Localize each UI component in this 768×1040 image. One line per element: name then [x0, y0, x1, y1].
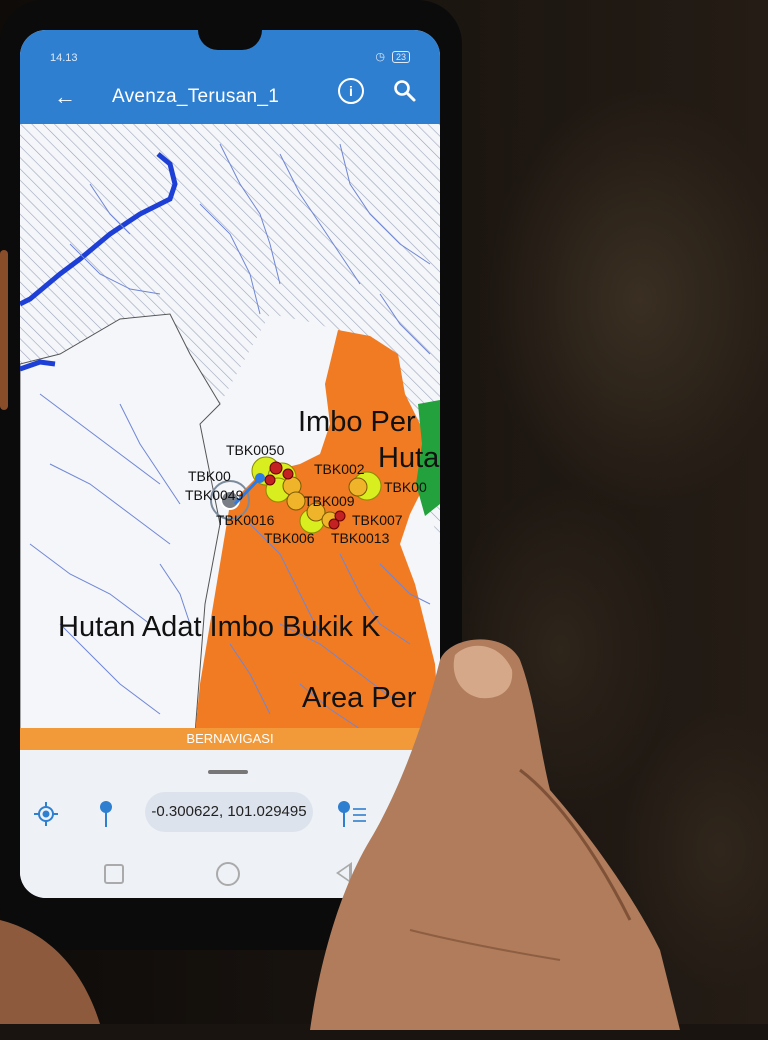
- area-label-imbo: Imbo Per: [298, 406, 416, 438]
- search-button[interactable]: [392, 78, 418, 104]
- waypoint-label[interactable]: TBK00: [384, 479, 427, 495]
- pin-icon: [100, 801, 112, 827]
- gps-locate-icon: [34, 802, 58, 826]
- back-button[interactable]: ←: [54, 86, 76, 108]
- coordinates-readout[interactable]: -0.300622, 101.029495: [145, 792, 313, 832]
- left-hand: [0, 920, 100, 1024]
- waypoint-label[interactable]: TBK006: [264, 530, 315, 546]
- app-bar: 14.13 ◷ 23 ← Avenza_Terusan_1 i: [20, 30, 440, 124]
- heading-tip: [255, 473, 265, 483]
- waypoint-label[interactable]: TBK009: [304, 493, 355, 509]
- circle-icon[interactable]: [216, 862, 240, 886]
- status-icons: ◷ 23: [375, 50, 410, 63]
- camera-notch: [198, 30, 262, 50]
- waypoint-label[interactable]: TBK0016: [216, 512, 274, 528]
- battery-icon: 23: [391, 51, 410, 63]
- map-title: Avenza_Terusan_1: [112, 86, 280, 107]
- waypoint-label[interactable]: TBK0013: [331, 530, 389, 546]
- waypoint-label[interactable]: TBK0050: [226, 442, 284, 458]
- info-icon: i: [349, 83, 353, 99]
- status-time: 14.13: [50, 52, 78, 64]
- waypoint-label[interactable]: TBK007: [352, 512, 403, 528]
- waypoint-label[interactable]: TBK00: [188, 468, 231, 484]
- area-label-huta: Huta: [378, 442, 440, 474]
- info-button[interactable]: i: [338, 78, 364, 104]
- white-zone: [20, 313, 221, 734]
- drop-pin-button[interactable]: [98, 800, 114, 828]
- phone-side-button: [0, 250, 8, 410]
- gps-locate-button[interactable]: [34, 802, 58, 826]
- sheet-drag-handle[interactable]: [208, 770, 248, 774]
- search-icon: [394, 80, 416, 102]
- waypoint-label[interactable]: TBK002: [314, 461, 365, 477]
- alarm-icon: ◷: [375, 51, 385, 63]
- finger: [310, 639, 680, 1030]
- arrow-left-icon: ←: [54, 84, 76, 109]
- square-icon[interactable]: [104, 864, 124, 884]
- waypoint-label[interactable]: TBK0049: [185, 487, 243, 503]
